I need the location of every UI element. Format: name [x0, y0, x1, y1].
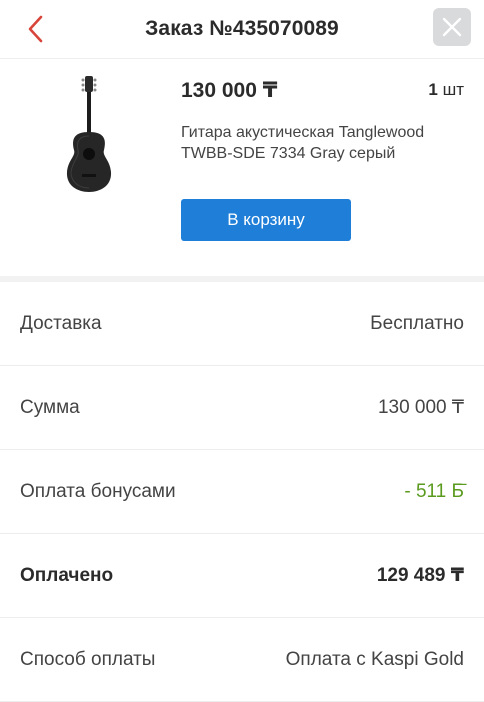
back-button[interactable]	[18, 12, 52, 46]
close-icon	[442, 17, 462, 37]
summary-label: Оплачено	[20, 564, 114, 586]
summary-row-delivery: Доставка Бесплатно	[0, 282, 484, 366]
summary-label: Сумма	[20, 396, 80, 418]
close-button[interactable]	[433, 8, 471, 46]
product-price: 130 000 ₸	[181, 79, 278, 102]
summary-row-bonus: Оплата бонусами - 511 Б̄	[0, 450, 484, 534]
page-title: Заказ №435070089	[145, 17, 339, 40]
quantity-unit: шт	[442, 80, 464, 99]
summary-value: - 511 Б̄	[404, 480, 464, 502]
add-to-cart-button[interactable]: В корзину	[181, 199, 351, 241]
summary-value: Бесплатно	[370, 312, 464, 334]
header-bar: Заказ №435070089	[0, 0, 484, 59]
summary-value: 130 000 ₸	[377, 397, 464, 418]
quantity-value: 1	[428, 80, 438, 99]
summary-row-paid: Оплачено 129 489 ₸	[0, 534, 484, 618]
product-card: 130 000 ₸ 1 шт Гитара акустическая Tangl…	[0, 58, 484, 276]
chevron-left-icon	[28, 15, 43, 43]
product-name[interactable]: Гитара акустическая Tanglewood TWBB-SDE …	[181, 122, 441, 164]
summary-row-sum: Сумма 130 000 ₸	[0, 366, 484, 450]
product-quantity: 1 шт	[428, 80, 464, 100]
summary-value: 129 489 ₸	[376, 565, 464, 586]
summary-label: Способ оплаты	[20, 648, 156, 670]
summary-label: Доставка	[20, 312, 102, 334]
acoustic-guitar-image[interactable]	[58, 76, 122, 194]
summary-row-payment-method: Способ оплаты Оплата с Kaspi Gold	[0, 618, 484, 702]
summary-label: Оплата бонусами	[20, 480, 176, 502]
summary-value: Оплата с Kaspi Gold	[285, 648, 464, 670]
order-summary: Доставка Бесплатно Сумма 130 000 ₸ Оплат…	[0, 282, 484, 702]
